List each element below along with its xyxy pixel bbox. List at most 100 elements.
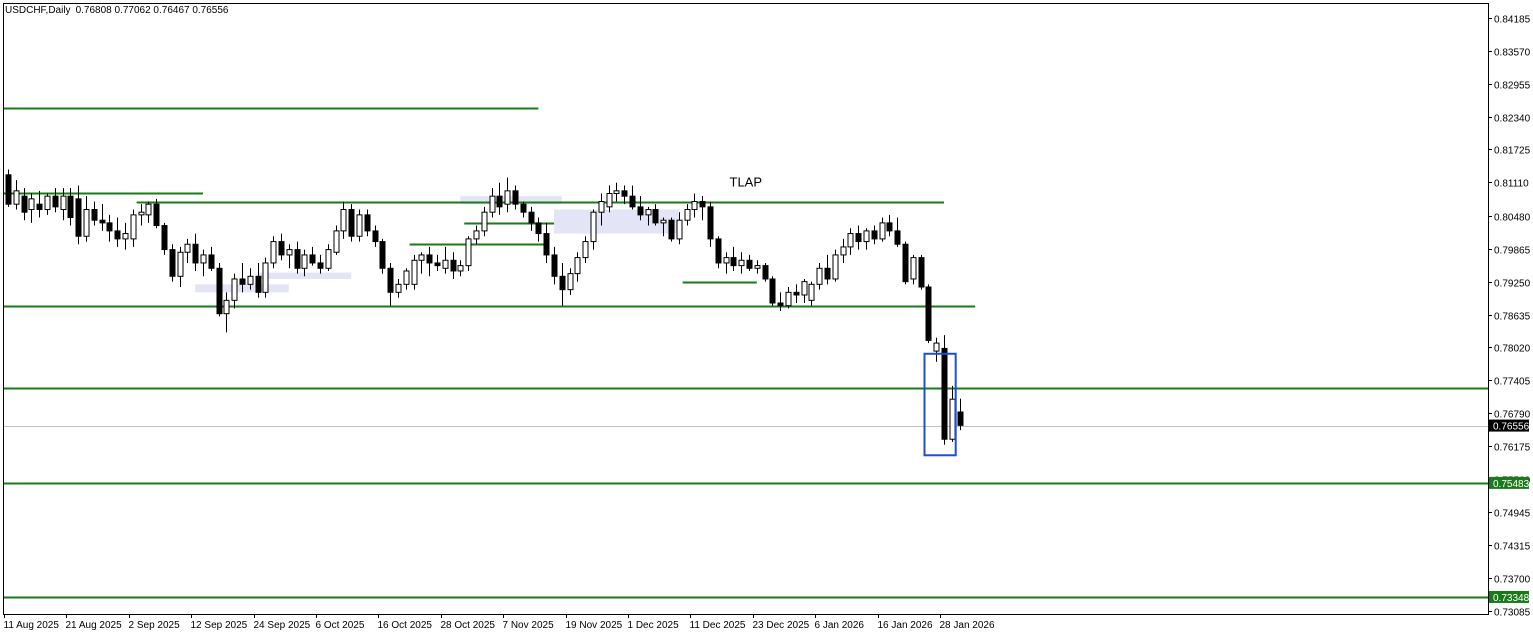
candle [450, 252, 457, 279]
bearish-candle-body [5, 174, 12, 205]
bullish-candle-body [613, 190, 620, 194]
bullish-candle-body [231, 278, 238, 301]
candle [255, 262, 262, 298]
bullish-candle-body [270, 241, 277, 264]
price-axis: 0.84185 0.83570 0.82955 0.82340 0.81725 0.811… [1488, 15, 1531, 619]
candle [910, 254, 917, 285]
y-tick-label: 0.73085 [1494, 608, 1531, 619]
bullish-candle-body [879, 222, 886, 240]
y-tick-label: 0.82955 [1494, 81, 1531, 92]
x-tick-label: 1 Dec 2025 [628, 620, 680, 631]
ohlc-readout: 0.76808 0.77062 0.76467 0.76556 [76, 5, 229, 16]
candle [590, 209, 597, 250]
x-tick-label: 16 Jan 2026 [878, 620, 933, 631]
bullish-candle-body [473, 230, 480, 240]
candle [223, 292, 230, 333]
candle [457, 260, 464, 277]
candle [847, 228, 854, 255]
bearish-candle-body [387, 267, 394, 293]
bearish-candle-body [637, 206, 644, 216]
candle [216, 262, 223, 317]
candle [668, 217, 675, 242]
bearish-candle-body [99, 219, 106, 224]
y-tick-label: 0.74945 [1494, 509, 1531, 520]
bearish-candle-body [75, 198, 82, 237]
y-tick-label: 0.83570 [1494, 48, 1531, 59]
candle [387, 262, 394, 306]
bullish-candle-body [184, 243, 191, 253]
x-tick-label: 6 Oct 2025 [316, 620, 365, 631]
candle [138, 204, 145, 226]
bearish-candle-body [715, 238, 722, 264]
bullish-candle-body [177, 251, 184, 277]
y-tick-label: 0.84185 [1494, 15, 1531, 26]
y-tick-label: 0.79250 [1494, 279, 1531, 290]
candle [231, 273, 238, 309]
bullish-candle-body [590, 211, 597, 243]
x-tick-label: 2 Sep 2025 [129, 620, 181, 631]
candle [754, 260, 761, 274]
candle [333, 225, 340, 255]
bullish-candle-body [481, 211, 488, 232]
y-tick-label: 0.77405 [1494, 377, 1531, 388]
x-tick-label: 16 Oct 2025 [378, 620, 433, 631]
time-axis: 11 Aug 2025 21 Aug 2025 2 Sep 2025 12 Sep 2… [4, 614, 995, 631]
bullish-candle-body [808, 283, 815, 301]
annotation-label: TLAP [730, 175, 763, 190]
candle [426, 246, 433, 277]
bearish-candle-body [871, 230, 878, 240]
candle [933, 337, 940, 362]
candle [356, 209, 363, 242]
bullish-candle-body [691, 201, 698, 211]
bearish-candle-body [208, 254, 215, 269]
bearish-candle-body [496, 195, 503, 208]
level-price-tag: 0.75483 [1493, 479, 1530, 490]
bearish-candle-body [918, 257, 925, 288]
chart-window[interactable]: TLAP 0.84185 0.83570 0.82955 0.82340 0.81725… [0, 0, 1533, 636]
bullish-candle-body [574, 257, 581, 275]
candle [83, 196, 90, 242]
bearish-candle-body [925, 286, 932, 341]
candle [465, 236, 472, 271]
bullish-candle-body [60, 195, 67, 211]
bullish-candle-body [122, 233, 129, 240]
candle [801, 278, 808, 304]
bullish-candle-body [130, 214, 137, 240]
candle [808, 281, 815, 306]
candle [309, 246, 316, 266]
bearish-candle-body [192, 243, 199, 264]
candle [785, 286, 792, 309]
bullish-candle-body [606, 192, 613, 208]
bearish-candle-body [551, 254, 558, 277]
candle [184, 238, 191, 263]
candle [699, 196, 706, 221]
bullish-candle-body [840, 246, 847, 256]
candle [294, 241, 301, 274]
candle [262, 257, 269, 298]
candle [816, 262, 823, 290]
candle [114, 217, 121, 247]
candle [52, 188, 59, 213]
bullish-candle-body [933, 342, 940, 352]
bearish-candle-body [762, 265, 769, 280]
bearish-candle-body [372, 230, 379, 243]
candlestick-chart[interactable]: TLAP 0.84185 0.83570 0.82955 0.82340 0.81725… [0, 0, 1533, 636]
bullish-candle-body [465, 238, 472, 267]
candle [28, 193, 35, 223]
candle [286, 244, 293, 269]
bearish-candle-body [106, 222, 113, 232]
bearish-candle-body [91, 209, 98, 221]
bullish-candle-body [28, 198, 35, 211]
candle [551, 246, 558, 285]
bullish-candle-body [863, 230, 870, 243]
x-tick-label: 12 Sep 2025 [191, 620, 248, 631]
bullish-candle-body [395, 283, 402, 293]
current-price-tag: 0.76556 [1493, 422, 1530, 433]
bearish-candle-body [746, 259, 753, 269]
bearish-candle-body [309, 254, 316, 264]
y-tick-label: 0.81110 [1494, 179, 1529, 190]
bullish-candle-body [832, 254, 839, 280]
candle [918, 254, 925, 290]
chart-header: USDCHF,Daily 0.76808 0.77062 0.76467 0.76… [5, 5, 229, 16]
bearish-candle-body [216, 267, 223, 315]
